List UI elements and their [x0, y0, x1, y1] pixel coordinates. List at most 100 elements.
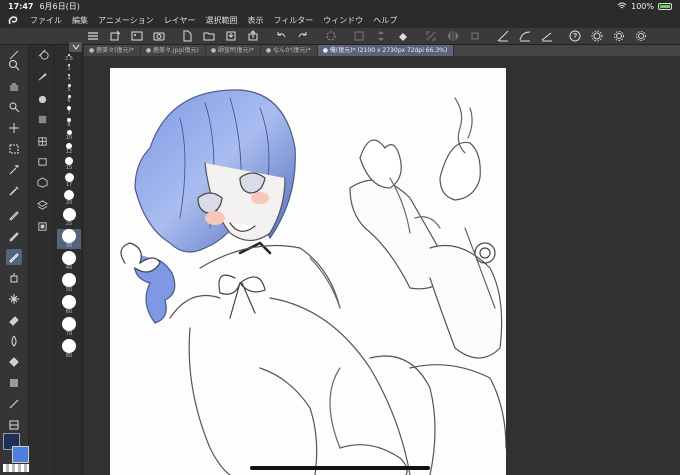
tab-document-1[interactable]: ● 鹿美々(復元)* — [84, 45, 141, 56]
brush-size-dot — [62, 229, 76, 243]
brush-size-item[interactable]: 10 — [57, 130, 81, 141]
line-tool-icon[interactable] — [6, 396, 22, 412]
zoom-icon[interactable] — [6, 57, 22, 73]
brush-size-dot — [62, 273, 76, 287]
menu-window[interactable]: ウィンドウ — [323, 15, 363, 26]
sub-tool-navigator-icon[interactable] — [35, 219, 49, 233]
curve-icon[interactable] — [518, 30, 532, 43]
tab-document-4[interactable]: ● なんか(復元)* — [261, 45, 318, 56]
sub-tool-layers-icon[interactable] — [35, 197, 49, 211]
battery-icon — [658, 3, 672, 10]
brush-size-item[interactable]: 15 — [57, 157, 81, 171]
settings-icon[interactable] — [590, 30, 604, 43]
selection-icon[interactable] — [6, 141, 22, 157]
brush-size-item[interactable]: 17 — [57, 173, 81, 188]
brush-size-label: 70 — [65, 331, 73, 337]
new-file-icon[interactable] — [180, 30, 194, 43]
brush-size-item[interactable]: 2.5 — [57, 54, 81, 62]
tab-document-3[interactable]: ● 師宣ff(復元)* — [206, 45, 261, 56]
eyedropper-tool-icon[interactable] — [6, 99, 22, 115]
brush-size-item[interactable]: 60 — [57, 295, 81, 315]
updown-icon[interactable] — [374, 30, 388, 43]
sub-tool-circle-icon[interactable] — [35, 92, 49, 106]
help-icon[interactable] — [568, 30, 582, 43]
airbrush-icon[interactable] — [6, 270, 22, 286]
brush-size-item[interactable]: 20 — [57, 190, 81, 206]
menu-help[interactable]: ヘルプ — [373, 15, 397, 26]
sub-tool-settings-icon[interactable] — [37, 48, 51, 62]
sub-tool-brush-icon[interactable] — [35, 69, 49, 83]
brush-size-label: 3 — [67, 66, 71, 72]
brush-size-item[interactable]: 40 — [57, 251, 81, 271]
brush-size-label: 6 — [67, 98, 71, 104]
camera-icon[interactable] — [152, 30, 166, 43]
menu-filter[interactable]: フィルター — [273, 15, 313, 26]
brush-size-label: 10 — [65, 135, 73, 141]
menu-layer[interactable]: レイヤー — [164, 15, 196, 26]
status-date: 6月6日(日) — [39, 2, 80, 11]
eraser-icon[interactable] — [6, 312, 22, 328]
sub-color-swatch[interactable] — [12, 446, 29, 463]
brush-size-item[interactable]: 30 — [57, 229, 81, 249]
brush-size-item[interactable]: 12 — [57, 143, 81, 155]
brush-size-item[interactable]: 5 — [57, 84, 81, 93]
flip-icon[interactable] — [446, 30, 460, 43]
line-icon[interactable] — [540, 30, 554, 43]
fill-bucket-icon[interactable] — [6, 354, 22, 370]
frame-icon[interactable] — [6, 417, 22, 433]
brush-size-item[interactable]: 50 — [57, 273, 81, 293]
transparent-swatch[interactable] — [3, 464, 29, 472]
fill-icon[interactable] — [396, 30, 410, 43]
hand-icon[interactable] — [6, 78, 22, 94]
new-canvas-icon[interactable] — [108, 30, 122, 43]
brush-size-item[interactable]: 80 — [57, 339, 81, 359]
brush-size-dot — [62, 251, 76, 265]
tab-document-active[interactable]: ● 俺(復元)* (2100 x 2730px 72dpi 66.3%) — [317, 45, 455, 56]
loading-icon[interactable] — [324, 30, 338, 43]
brush-size-item[interactable]: 7 — [57, 106, 81, 116]
tab-document-2[interactable]: ● 鹿美々.jpg(復元) — [141, 45, 206, 56]
save-icon[interactable] — [224, 30, 238, 43]
sub-tool-material-icon[interactable] — [35, 154, 49, 168]
undo-icon[interactable] — [274, 30, 288, 43]
pen-icon[interactable] — [6, 207, 22, 223]
app-logo-icon[interactable] — [6, 15, 20, 27]
transform-icon[interactable] — [424, 30, 438, 43]
menu-file[interactable]: ファイル — [30, 15, 62, 26]
brush-size-item[interactable]: 4 — [57, 74, 81, 82]
options-icon[interactable] — [634, 30, 648, 43]
brush-size-item[interactable]: 6 — [57, 95, 81, 104]
brush-size-item[interactable]: 70 — [57, 317, 81, 337]
menu-view[interactable]: 表示 — [247, 15, 263, 26]
gradient-icon[interactable] — [6, 375, 22, 391]
open-folder-icon[interactable] — [202, 30, 216, 43]
sub-tool-grid-icon[interactable] — [35, 134, 49, 148]
decoration-icon[interactable] — [6, 291, 22, 307]
ruler-icon[interactable] — [496, 30, 510, 43]
clear-icon[interactable] — [352, 30, 366, 43]
tab-label: 鹿美々.jpg(復元) — [153, 47, 199, 54]
menu-edit[interactable]: 編集 — [72, 15, 88, 26]
blend-icon[interactable] — [6, 333, 22, 349]
move-icon[interactable] — [6, 120, 22, 136]
sub-tool-3d-icon[interactable] — [35, 175, 49, 189]
gear-icon[interactable] — [612, 30, 626, 43]
brush-size-item[interactable]: 25 — [57, 208, 81, 227]
export-icon[interactable] — [246, 30, 260, 43]
canvas-paper[interactable] — [110, 68, 506, 475]
brush-size-item[interactable]: 3 — [57, 64, 81, 72]
sub-tool-layer-icon[interactable] — [35, 112, 49, 126]
menu-selection[interactable]: 選択範囲 — [205, 15, 237, 26]
redo-icon[interactable] — [296, 30, 310, 43]
brush-panel-collapse-icon[interactable] — [69, 42, 82, 52]
magic-wand-icon[interactable] — [6, 162, 22, 178]
brush-size-label: 7 — [67, 110, 71, 116]
brush-size-item[interactable]: 8 — [57, 118, 81, 128]
rotate-icon[interactable] — [468, 30, 482, 43]
brush-icon[interactable] — [6, 249, 22, 265]
hamburger-icon[interactable] — [86, 30, 100, 43]
gallery-icon[interactable] — [130, 30, 144, 43]
dropper-icon[interactable] — [6, 183, 22, 199]
pencil-icon[interactable] — [6, 228, 22, 244]
menu-animation[interactable]: アニメーション — [98, 15, 154, 26]
